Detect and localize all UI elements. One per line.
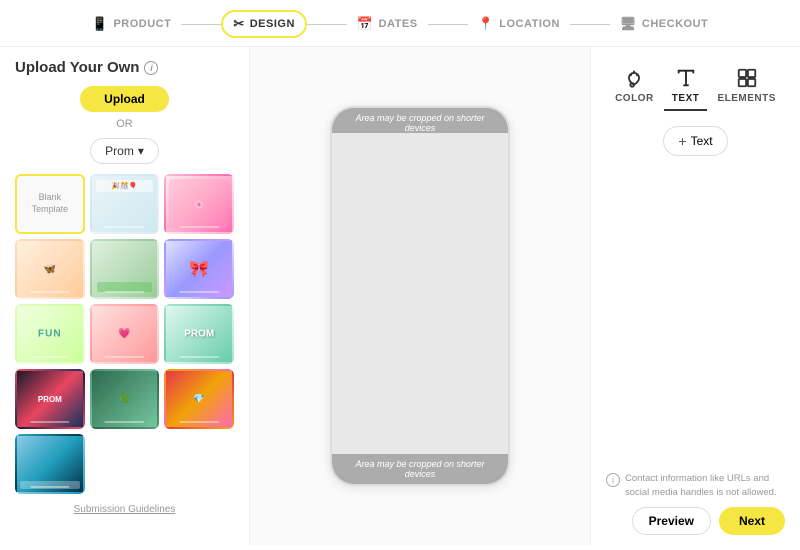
add-text-button[interactable]: + Text: [663, 126, 727, 156]
template-item-6[interactable]: FUN: [15, 304, 85, 364]
phone-content: [332, 133, 508, 459]
template-item-8[interactable]: PROM: [164, 304, 234, 364]
design-icon: ✂: [233, 16, 244, 32]
tab-elements[interactable]: ELEMENTS: [709, 62, 783, 111]
nav-step-checkout[interactable]: 🖥 CHECKOUT: [610, 12, 718, 36]
right-bottom: i Contact information like URLs and soci…: [606, 472, 785, 535]
dates-icon: 📅: [357, 16, 374, 32]
center-panel: Area may be cropped on shorter devices A…: [250, 47, 590, 545]
template-item-2[interactable]: 🌸: [164, 174, 234, 234]
upload-title: Upload Your Own i: [15, 59, 234, 76]
nav-step-dates[interactable]: 📅 DATES: [347, 12, 428, 36]
template-item-3[interactable]: 🦋: [15, 239, 85, 299]
info-note-text: Contact information like URLs and social…: [625, 472, 785, 499]
location-icon: 📍: [478, 16, 495, 32]
template-item-9[interactable]: PROM: [15, 369, 85, 429]
tab-text[interactable]: TEXT: [664, 62, 708, 111]
nav-step-design[interactable]: ✂ DESIGN: [221, 10, 307, 38]
product-icon: 📱: [92, 16, 109, 32]
text-icon: [675, 67, 697, 89]
or-divider: OR: [15, 118, 234, 130]
template-item-1[interactable]: 🎉🎊🎈: [90, 174, 160, 234]
crop-warning-bottom: Area may be cropped on shorter devices: [332, 454, 508, 484]
info-circle-icon: i: [606, 473, 620, 487]
template-item-4[interactable]: [90, 239, 160, 299]
next-button[interactable]: Next: [719, 507, 785, 535]
submission-guidelines-link[interactable]: Submission Guidelines: [15, 504, 234, 515]
right-panel: COLOR TEXT ELEMENTS: [590, 47, 800, 545]
plus-icon: +: [678, 133, 686, 149]
template-item-10[interactable]: 🌿: [90, 369, 160, 429]
nav-step-product[interactable]: 📱 PRODUCT: [82, 12, 182, 36]
template-item-blank[interactable]: BlankTemplate: [15, 174, 85, 234]
nav-divider-1: [181, 24, 221, 25]
checkout-icon: 🖥: [620, 16, 637, 32]
nav-divider-4: [570, 24, 610, 25]
top-navigation: 📱 PRODUCT ✂ DESIGN 📅 DATES 📍 LOCATION 🖥 …: [0, 0, 800, 47]
nav-divider-3: [428, 24, 468, 25]
elements-icon: [736, 67, 758, 89]
info-note-container: i Contact information like URLs and soci…: [606, 472, 785, 499]
tab-color[interactable]: COLOR: [607, 62, 662, 111]
preview-button[interactable]: Preview: [632, 507, 711, 535]
left-panel: Upload Your Own i Upload OR Prom ▾ Blank…: [0, 47, 250, 545]
chevron-down-icon: ▾: [138, 144, 144, 158]
template-item-11[interactable]: 💎: [164, 369, 234, 429]
template-grid: BlankTemplate 🎉🎊🎈 🌸 🦋: [15, 174, 234, 494]
nav-divider-2: [307, 24, 347, 25]
upload-info-icon[interactable]: i: [144, 61, 158, 75]
category-dropdown[interactable]: Prom ▾: [90, 138, 159, 164]
bottom-buttons: Preview Next: [606, 507, 785, 535]
template-item-5[interactable]: 🎀: [164, 239, 234, 299]
blank-template-label: BlankTemplate: [32, 192, 69, 215]
color-icon: [623, 67, 645, 89]
template-item-12[interactable]: [15, 434, 85, 494]
nav-step-location[interactable]: 📍 LOCATION: [468, 12, 570, 36]
main-content: Upload Your Own i Upload OR Prom ▾ Blank…: [0, 47, 800, 545]
template-item-7[interactable]: 💗: [90, 304, 160, 364]
phone-mockup: Area may be cropped on shorter devices A…: [330, 106, 510, 486]
upload-button[interactable]: Upload: [80, 86, 169, 112]
tool-tabs: COLOR TEXT ELEMENTS: [606, 62, 785, 111]
